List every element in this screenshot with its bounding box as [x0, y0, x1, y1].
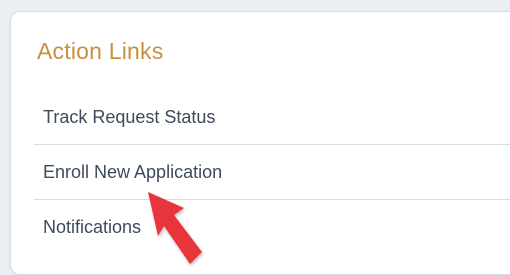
link-track-request-status[interactable]: Track Request Status [34, 90, 510, 145]
red-arrow-pointer-icon [148, 192, 202, 264]
action-links-list: Track Request Status Enroll New Applicat… [11, 90, 510, 255]
action-links-panel: Action Links Track Request Status Enroll… [10, 11, 510, 275]
link-enroll-new-application[interactable]: Enroll New Application [34, 145, 510, 200]
panel-title: Action Links [37, 38, 164, 64]
link-notifications[interactable]: Notifications [11, 200, 510, 255]
